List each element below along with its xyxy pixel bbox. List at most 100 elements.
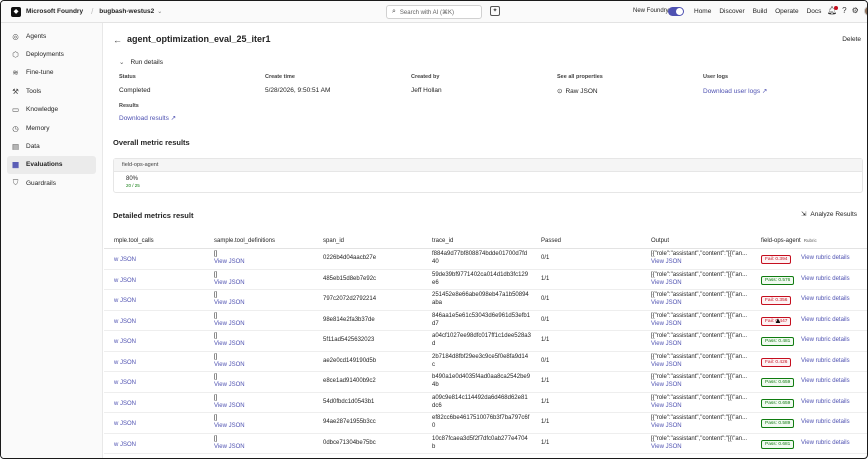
view-rubric-details-link[interactable]: View rubric details: [801, 358, 850, 364]
sidebar-item-fine-tune[interactable]: ≋ Fine-tune: [7, 64, 96, 82]
download-user-logs-label: Download user logs: [703, 88, 761, 95]
top-nav-discover[interactable]: Discover: [719, 8, 744, 15]
view-rubric-details-link[interactable]: View rubric details: [801, 419, 850, 425]
trace-id-value-cont: e6: [432, 279, 439, 286]
tool-calls-view-json-link[interactable]: w JSON: [114, 401, 136, 407]
status-label: Status: [119, 74, 136, 80]
tool-calls-view-json-link[interactable]: w JSON: [114, 421, 136, 427]
column-header-5[interactable]: Output: [651, 238, 669, 244]
tool-definitions-view-json-link[interactable]: View JSON: [214, 280, 245, 286]
avatar[interactable]: [863, 6, 867, 16]
view-rubric-details-link[interactable]: View rubric details: [801, 399, 850, 405]
tool-calls-view-json-link[interactable]: w JSON: [114, 339, 136, 345]
top-nav-home[interactable]: Home: [694, 8, 711, 15]
tool-definitions-view-json-link[interactable]: View JSON: [214, 403, 245, 409]
tool-definitions-view-json-link[interactable]: View JSON: [214, 444, 245, 450]
tool-calls-view-json-link[interactable]: w JSON: [114, 257, 136, 263]
tool-definitions-value: []: [214, 312, 218, 319]
output-view-json-link[interactable]: View JSON: [651, 280, 682, 286]
tool-calls-view-json-link[interactable]: w JSON: [114, 380, 136, 386]
tool-definitions-view-json-link[interactable]: View JSON: [214, 341, 245, 347]
output-view-json-link[interactable]: View JSON: [651, 444, 682, 450]
status-value: Completed: [119, 87, 151, 94]
download-results-link[interactable]: Download results ↗: [119, 114, 176, 122]
sidebar-item-evaluations[interactable]: ▦ Evaluations: [7, 155, 96, 175]
notifications-icon[interactable]: 🔔︎: [827, 6, 839, 16]
new-foundry-toggle[interactable]: [668, 7, 684, 16]
run-details-label: Run details: [130, 59, 163, 66]
column-header-3[interactable]: trace_id: [432, 238, 453, 244]
trace-id-value-cont: aba: [432, 300, 443, 306]
column-header-4[interactable]: Passed: [541, 238, 561, 244]
span-id-value: 797c2072d2792214: [323, 296, 377, 302]
table-row: w JSON [] View JSON e8ce1ad91400b9c2 b490a1e…: [104, 372, 867, 393]
view-rubric-details-link[interactable]: View rubric details: [801, 276, 850, 282]
view-rubric-details-link[interactable]: View rubric details: [801, 440, 850, 446]
view-rubric-details-link[interactable]: View rubric details: [801, 337, 850, 343]
tool-calls-view-json-link[interactable]: w JSON: [114, 298, 136, 304]
status-badge: Pass: 0.659: [761, 398, 795, 408]
back-arrow-icon[interactable]: ←: [113, 35, 122, 45]
metric-card-header: field-ops-agent: [114, 159, 862, 172]
download-user-logs-link[interactable]: Download user logs ↗: [703, 87, 767, 95]
output-view-json-link[interactable]: View JSON: [651, 259, 682, 265]
settings-icon[interactable]: ⚙: [852, 6, 859, 16]
sidebar-item-data[interactable]: ▤ Data: [7, 137, 96, 155]
mouse-cursor-icon: ▲: [774, 316, 782, 325]
chevron-down-icon[interactable]: ⌄: [157, 8, 162, 15]
view-rubric-details-link[interactable]: View rubric details: [801, 317, 850, 323]
output-view-json-link[interactable]: View JSON: [651, 341, 682, 347]
column-header-6[interactable]: field-ops-agent Rubric: [761, 238, 817, 244]
tool-definitions-view-json-link[interactable]: View JSON: [214, 382, 245, 388]
top-nav-operate[interactable]: Operate: [775, 8, 799, 15]
fine-tune-icon: ≋: [12, 68, 19, 78]
top-nav-build[interactable]: Build: [753, 8, 767, 15]
output-value: [{"role":"assistant","content":"[{\"an..…: [651, 394, 748, 401]
foundry-logo-icon[interactable]: ◆: [11, 6, 21, 17]
output-view-json-link[interactable]: View JSON: [651, 321, 682, 327]
view-rubric-details-link[interactable]: View rubric details: [801, 296, 850, 302]
column-header-0[interactable]: mple.tool_calls: [114, 238, 154, 244]
column-sub-label: Rubric: [803, 238, 817, 243]
view-rubric-details-link[interactable]: View rubric details: [801, 255, 850, 261]
output-view-json-link[interactable]: View JSON: [651, 403, 682, 409]
project-selector[interactable]: bugbash-westus2: [99, 8, 154, 15]
column-header-2[interactable]: span_id: [323, 238, 344, 244]
tool-definitions-view-json-link[interactable]: View JSON: [214, 423, 245, 429]
sidebar-item-memory[interactable]: ◷ Memory: [7, 119, 96, 137]
column-header-1[interactable]: sample.tool_definitions: [214, 238, 275, 244]
top-nav-docs[interactable]: Docs: [807, 8, 822, 15]
tool-calls-view-json-link[interactable]: w JSON: [114, 278, 136, 284]
passed-value: 0/1: [541, 255, 550, 261]
tool-definitions-view-json-link[interactable]: View JSON: [214, 321, 245, 327]
trace-id-value-cont: 0: [432, 423, 436, 429]
trace-id-value: b490a1e0d4035f4ad0aa8ca2542be9: [432, 374, 531, 380]
output-view-json-link[interactable]: View JSON: [651, 300, 682, 306]
sidebar-item-tools[interactable]: ⚒ Tools: [7, 82, 96, 100]
search-input[interactable]: ⌕ Search with AI (⌘K): [386, 5, 482, 19]
output-view-json-link[interactable]: View JSON: [651, 362, 682, 368]
sidebar-item-guardrails[interactable]: ⛉ Guardrails: [7, 174, 96, 192]
output-view-json-link[interactable]: View JSON: [651, 423, 682, 429]
delete-button[interactable]: Delete: [842, 36, 861, 43]
run-details-toggle[interactable]: ⌄ Run details: [119, 58, 163, 66]
raw-json-link[interactable]: ⊙ Raw JSON: [557, 87, 603, 95]
help-icon[interactable]: ?: [842, 6, 846, 16]
tool-calls-view-json-link[interactable]: w JSON: [114, 442, 136, 448]
sidebar-item-agents[interactable]: ◎ Agents: [7, 27, 96, 45]
sidebar-item-knowledge[interactable]: ▭ Knowledge: [7, 101, 96, 119]
sidebar-item-deployments[interactable]: ⬡ Deployments: [7, 45, 96, 63]
passed-value: 1/1: [541, 337, 550, 343]
brand-name[interactable]: Microsoft Foundry: [26, 8, 83, 15]
tool-definitions-view-json-link[interactable]: View JSON: [214, 362, 245, 368]
output-view-json-link[interactable]: View JSON: [651, 382, 682, 388]
view-rubric-details-link[interactable]: View rubric details: [801, 378, 850, 384]
analyze-results-button[interactable]: ⇲ Analyze Results: [801, 210, 861, 218]
tool-definitions-view-json-link[interactable]: View JSON: [214, 300, 245, 306]
tool-definitions-view-json-link[interactable]: View JSON: [214, 259, 245, 265]
tool-calls-view-json-link[interactable]: w JSON: [114, 360, 136, 366]
created-by-value: Jeff Hollan: [411, 87, 442, 94]
output-value: [{"role":"assistant","content":"[{\"an..…: [651, 353, 748, 360]
tool-calls-view-json-link[interactable]: w JSON: [114, 319, 136, 325]
copilot-icon[interactable]: ✦: [490, 6, 500, 16]
